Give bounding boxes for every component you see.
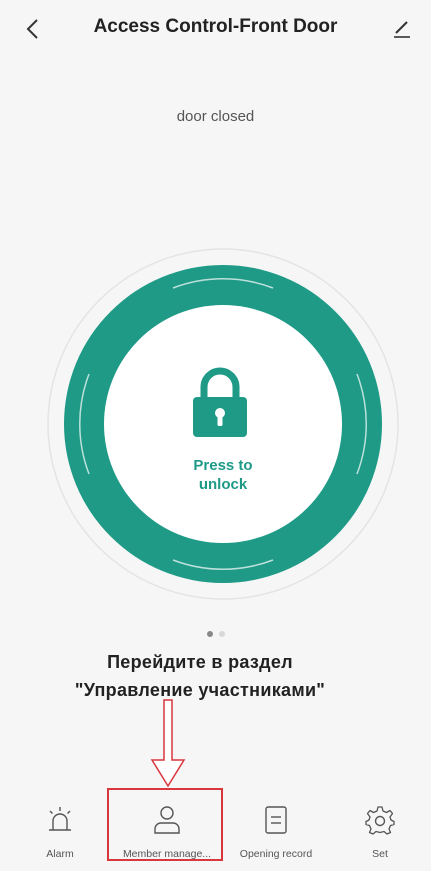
door-status: door closed [176, 108, 255, 125]
highlight-box [107, 788, 223, 861]
instruction-line2: "Управление участниками" [74, 680, 326, 700]
unlock-label-line1: Press to [193, 457, 253, 474]
down-arrow-icon [150, 699, 186, 788]
page-dot-1[interactable] [206, 631, 213, 637]
chevron-left-icon [26, 19, 38, 39]
tab-alarm[interactable]: Alarm [28, 790, 92, 871]
pencil-icon [394, 21, 410, 38]
back-button[interactable] [18, 14, 48, 44]
instruction-line1: Перейдите в раздел [107, 652, 293, 672]
page-dot-2[interactable] [218, 631, 225, 637]
unlock-label-line2: unlock [198, 476, 248, 493]
page-indicator [0, 631, 431, 637]
tab-set-label: Set [372, 848, 388, 860]
tab-opening-record[interactable]: Opening record [228, 790, 324, 871]
top-bar: Access Control-Front Door [0, 0, 431, 60]
document-icon [265, 806, 287, 834]
alarm-icon [49, 807, 71, 831]
edit-button[interactable] [387, 14, 417, 44]
tab-record-label: Opening record [239, 848, 313, 860]
tab-alarm-label: Alarm [46, 848, 74, 860]
tab-set[interactable]: Set [348, 790, 412, 871]
instruction-text: Перейдите в раздел "Управление участника… [0, 648, 400, 704]
page-title: Access Control-Front Door [93, 16, 338, 37]
unlock-label: Press to unlock [150, 456, 296, 494]
lock-icon [193, 367, 247, 437]
gear-icon [365, 806, 395, 835]
